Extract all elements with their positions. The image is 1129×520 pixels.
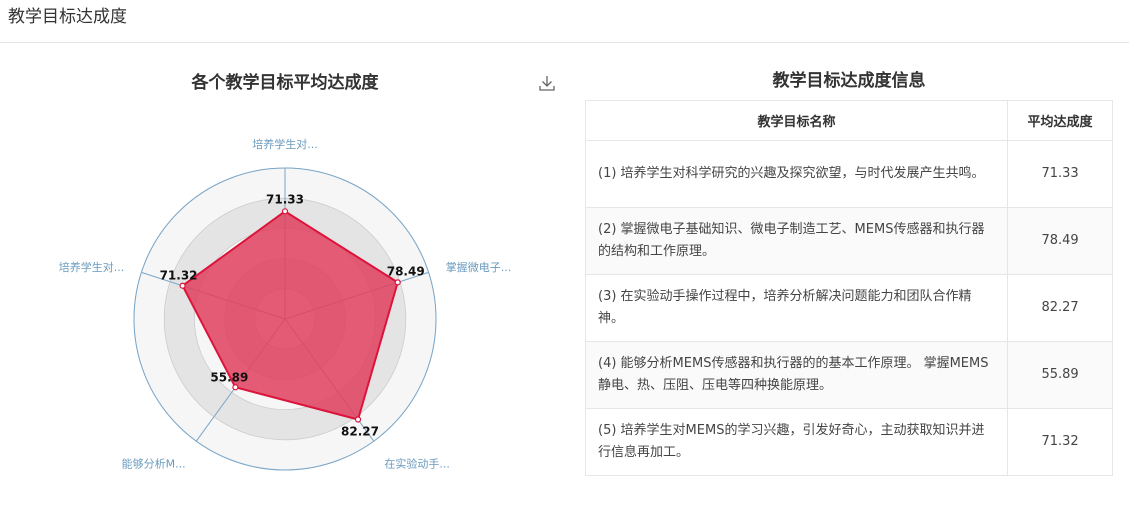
- radar-value-label: 82.27: [341, 425, 379, 439]
- goal-name: (2) 掌握微电子基础知识、微电子制造工艺、MEMS传感器和执行器的结构和工作原…: [584, 207, 1009, 275]
- goal-name: (3) 在实验动手操作过程中，培养分析解决问题能力和团队合作精神。: [584, 274, 1009, 342]
- table-panel: 教学目标达成度信息 教学目标名称 平均达成度 (1) 培养学生对科学研究的兴趣及…: [584, 44, 1113, 476]
- radar-value-label: 71.32: [160, 269, 198, 283]
- goal-value: 55.89: [1007, 341, 1113, 409]
- table-row: (3) 在实验动手操作过程中，培养分析解决问题能力和团队合作精神。 82.27: [584, 274, 1113, 342]
- goal-value: 71.32: [1007, 408, 1113, 476]
- radar-indicator-label: 掌握微电子...: [446, 260, 512, 274]
- table-row: (2) 掌握微电子基础知识、微电子制造工艺、MEMS传感器和执行器的结构和工作原…: [584, 207, 1113, 275]
- column-header-value: 平均达成度: [1007, 100, 1113, 141]
- radar-point: [179, 282, 186, 289]
- radar-indicator-label: 能够分析M...: [122, 457, 186, 471]
- column-header-name: 教学目标名称: [584, 100, 1009, 141]
- page-header: 教学目标达成度: [0, 0, 1129, 43]
- goal-table: 教学目标名称 平均达成度 (1) 培养学生对科学研究的兴趣及探究欲望，与时代发展…: [584, 100, 1113, 476]
- radar-point: [354, 416, 362, 423]
- radar-indicator-label: 在实验动手...: [384, 457, 450, 471]
- radar-point: [394, 279, 401, 286]
- goal-value: 82.27: [1007, 274, 1113, 342]
- goal-value: 71.33: [1007, 140, 1113, 208]
- radar-value-label: 71.33: [266, 192, 304, 206]
- goal-name: (1) 培养学生对科学研究的兴趣及探究欲望，与时代发展产生共鸣。: [584, 140, 1009, 208]
- radar-value-label: 55.89: [210, 370, 248, 384]
- table-row: (5) 培养学生对MEMS的学习兴趣，引发好奇心，主动获取知识并进行信息再加工。…: [584, 408, 1113, 476]
- goal-name: (4) 能够分析MEMS传感器和执行器的的基本工作原理。 掌握MEMS静电、热、…: [584, 341, 1009, 409]
- table-row: (1) 培养学生对科学研究的兴趣及探究欲望，与时代发展产生共鸣。 71.33: [584, 140, 1113, 208]
- radar-chart: 71.33 78.49 82.27 55.89 71.32 培养学生对... 掌握微电子..…: [59, 137, 512, 471]
- radar-value-label: 78.49: [387, 264, 425, 278]
- goal-value: 78.49: [1007, 207, 1113, 275]
- radar-indicator-label: 培养学生对...: [59, 260, 125, 274]
- radar-indicator-label: 培养学生对...: [252, 137, 318, 151]
- table-title: 教学目标达成度信息: [772, 71, 926, 91]
- page-title: 教学目标达成度: [8, 7, 127, 27]
- chart-panel: 71.33 78.49 82.27 55.89 71.32 培养学生对... 掌握微电子..…: [0, 44, 575, 520]
- radar-point: [281, 208, 289, 215]
- table-header-row: 教学目标名称 平均达成度: [584, 100, 1113, 141]
- chart-title: 各个教学目标平均达成度: [191, 73, 379, 93]
- table-row: (4) 能够分析MEMS传感器和执行器的的基本工作原理。 掌握MEMS静电、热、…: [584, 341, 1113, 409]
- radar-point: [232, 384, 239, 391]
- goal-name: (5) 培养学生对MEMS的学习兴趣，引发好奇心，主动获取知识并进行信息再加工。: [584, 408, 1009, 476]
- download-icon[interactable]: [538, 74, 556, 92]
